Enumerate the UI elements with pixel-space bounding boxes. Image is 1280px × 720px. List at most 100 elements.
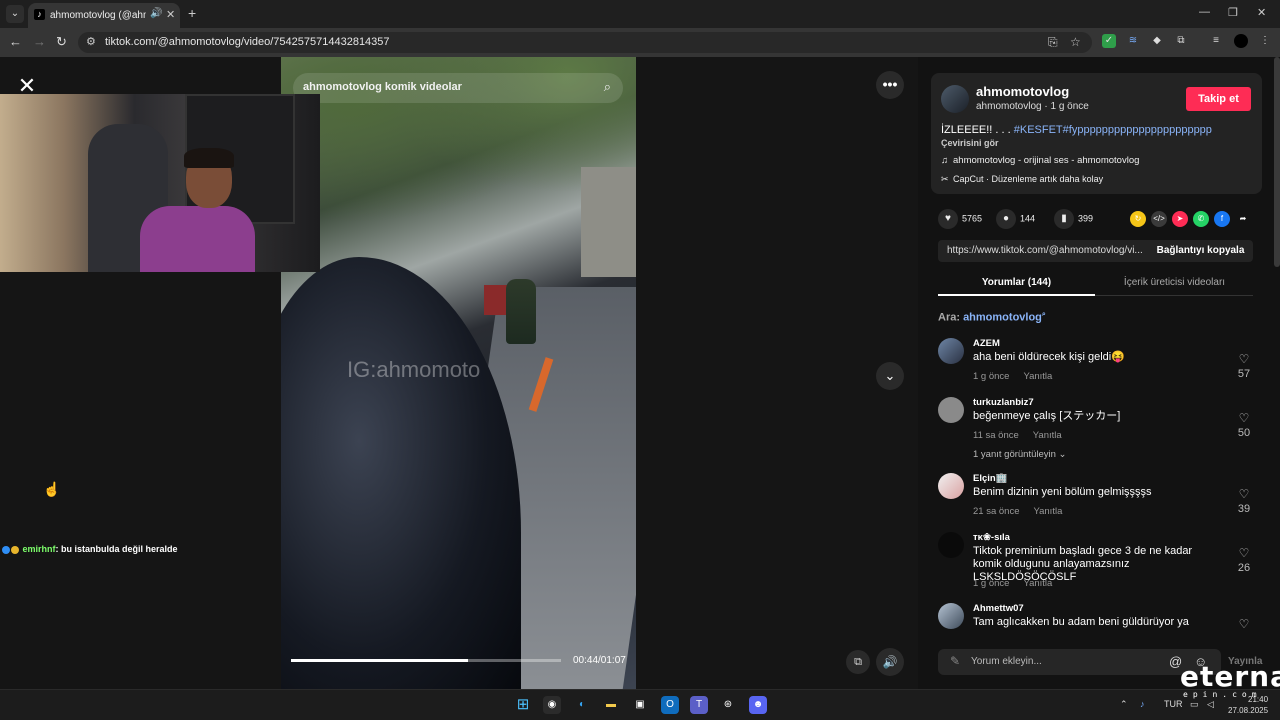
comment-like-icon[interactable]: ♡ bbox=[1231, 546, 1257, 560]
reply-link[interactable]: Yanıtla bbox=[1033, 430, 1062, 441]
comment-meta: 11 sa önce Yanıtla bbox=[973, 430, 1062, 441]
site-info-icon[interactable]: ⚙ bbox=[86, 35, 96, 48]
reply-link[interactable]: Yanıtla bbox=[1023, 578, 1052, 589]
minimize-button[interactable]: — bbox=[1199, 6, 1210, 18]
comment-username[interactable]: AZEM bbox=[973, 338, 1000, 349]
comment-username[interactable]: Ahmettw07 bbox=[973, 603, 1024, 614]
picture-in-picture-button[interactable]: ⧉ bbox=[846, 650, 870, 674]
bookmark-star-icon[interactable]: ☆ bbox=[1070, 35, 1081, 49]
comment-avatar[interactable] bbox=[938, 603, 964, 629]
store-taskbar-icon[interactable]: ▣ bbox=[631, 696, 649, 714]
comment-avatar[interactable] bbox=[938, 338, 964, 364]
search-icon[interactable]: ⌕ bbox=[604, 79, 611, 95]
comment-avatar[interactable] bbox=[938, 473, 964, 499]
extensions-puzzle-icon[interactable]: ⧉ bbox=[1174, 34, 1188, 48]
tab-search-button[interactable]: ⌄ bbox=[6, 5, 24, 23]
copy-link-button[interactable]: Bağlantıyı kopyala bbox=[1148, 240, 1253, 262]
outlook-taskbar-icon[interactable]: O bbox=[661, 696, 679, 714]
new-tab-button[interactable]: + bbox=[188, 5, 196, 21]
comment-like-icon[interactable]: ♡ bbox=[1231, 411, 1257, 425]
share-link-text[interactable]: https://www.tiktok.com/@ahmomotovlog/vi.… bbox=[947, 245, 1142, 256]
keyboard-language[interactable]: TUR bbox=[1164, 699, 1183, 709]
panel-scrollbar[interactable] bbox=[1274, 57, 1280, 267]
send-to-friend-icon[interactable]: ➤ bbox=[1172, 211, 1188, 227]
back-button[interactable]: ← bbox=[9, 34, 22, 49]
comment-avatar[interactable] bbox=[938, 532, 964, 558]
sticker-icon[interactable]: ✎ bbox=[950, 654, 960, 668]
browser-tab[interactable]: ♪ ahmomotovlog (@ahmomotovlog) 🔊 ✕ bbox=[28, 3, 180, 28]
address-bar[interactable]: ⚙ tiktok.com/@ahmomotovlog/video/7542575… bbox=[78, 32, 1092, 53]
see-translation-link[interactable]: Çevirisini gör bbox=[941, 138, 999, 148]
tab-creator-videos[interactable]: İçerik üreticisi videoları bbox=[1096, 277, 1253, 288]
comment-like-icon[interactable]: ♡ bbox=[1231, 352, 1257, 366]
video-scene-building bbox=[581, 167, 636, 277]
translate-extension-icon[interactable]: ≋ bbox=[1126, 34, 1140, 48]
author-avatar[interactable] bbox=[941, 85, 969, 113]
comment-text: aha beni öldürecek kişi geldi😝 bbox=[973, 351, 1125, 363]
install-app-icon[interactable]: ⎘ bbox=[1048, 35, 1058, 50]
follow-button[interactable]: Takip et bbox=[1186, 87, 1251, 111]
repost-icon[interactable]: ↻ bbox=[1130, 211, 1146, 227]
close-video-icon[interactable]: ✕ bbox=[14, 73, 40, 99]
comment-like-count: 50 bbox=[1237, 427, 1251, 439]
comment-input[interactable]: ✎ Yorum ekleyin... @ ☺ bbox=[938, 649, 1221, 675]
comment-action[interactable]: ● 144 bbox=[996, 209, 1035, 229]
reply-link[interactable]: Yanıtla bbox=[1033, 506, 1062, 517]
tab-audio-icon[interactable]: 🔊 bbox=[150, 8, 162, 19]
steam-taskbar-icon[interactable]: ⊛ bbox=[719, 696, 737, 714]
tab-close-icon[interactable]: ✕ bbox=[166, 8, 175, 21]
like-action[interactable]: ♥ 5765 bbox=[938, 209, 982, 229]
view-replies-link[interactable]: 1 yanıt görüntüleyin ⌄ bbox=[973, 449, 1067, 460]
adblock-extension-icon[interactable]: ✓ bbox=[1102, 34, 1116, 48]
save-action[interactable]: ▮ 399 bbox=[1054, 209, 1093, 229]
teams-taskbar-icon[interactable]: T bbox=[690, 696, 708, 714]
more-options-button[interactable]: ••• bbox=[876, 71, 904, 99]
comment-like-icon[interactable]: ♡ bbox=[1231, 617, 1257, 631]
reading-list-icon[interactable]: ≡ bbox=[1209, 34, 1223, 48]
network-icon[interactable]: ▭ bbox=[1190, 699, 1199, 710]
caption-hashtags[interactable]: #KESFET#fypppppppppppppppppppppp bbox=[1014, 124, 1212, 136]
search-hint-query: ahmomotovlog bbox=[963, 311, 1042, 324]
music-link[interactable]: ♫ ahmomotovlog - orijinal ses - ahmomotov… bbox=[941, 155, 1139, 166]
related-search-hint[interactable]: Ara: ahmomotovlog⌕ bbox=[938, 311, 1046, 324]
whatsapp-icon[interactable]: ✆ bbox=[1193, 211, 1209, 227]
comment-username[interactable]: ᴛᴋ❀-sıla bbox=[973, 532, 1010, 543]
comment-text: Tam aglıcakken bu adam beni güldürüyor y… bbox=[973, 616, 1189, 628]
video-player[interactable]: ahmomotovlog komik videolar ⌕ IG:ahmomot… bbox=[281, 57, 636, 689]
capcut-link[interactable]: ✂ CapCut · Düzenleme artık daha kolay bbox=[941, 174, 1103, 185]
tab-comments[interactable]: Yorumlar (144) bbox=[938, 277, 1095, 288]
comment-username[interactable]: Elçin🏢 bbox=[973, 473, 1008, 484]
speaker-icon[interactable]: ◁ bbox=[1207, 699, 1214, 710]
close-window-button[interactable]: ✕ bbox=[1257, 6, 1266, 19]
windows-start-icon[interactable]: ⊞ bbox=[514, 696, 532, 714]
video-search-query: ahmomotovlog komik videolar bbox=[303, 81, 462, 93]
file-explorer-icon[interactable]: ▬ bbox=[602, 696, 620, 714]
comment-avatar[interactable] bbox=[938, 397, 964, 423]
video-progress-bar[interactable] bbox=[291, 659, 561, 662]
chrome-taskbar-icon[interactable]: ◉ bbox=[543, 696, 561, 714]
streamer-webcam-overlay bbox=[0, 94, 320, 272]
share-arrow-icon[interactable]: ➦ bbox=[1235, 211, 1251, 227]
tray-overflow-icon[interactable]: ⌃ bbox=[1120, 699, 1128, 710]
comment-like-count: 39 bbox=[1237, 503, 1251, 515]
reload-button[interactable]: ↻ bbox=[56, 34, 67, 50]
restore-button[interactable]: ❐ bbox=[1228, 6, 1238, 19]
facebook-icon[interactable]: f bbox=[1214, 211, 1230, 227]
comment-placeholder: Yorum ekleyin... bbox=[971, 656, 1042, 667]
microphone-icon[interactable]: ♪ bbox=[1140, 699, 1145, 709]
video-search-bar[interactable]: ahmomotovlog komik videolar ⌕ bbox=[293, 73, 623, 103]
browser-menu-icon[interactable]: ⋮ bbox=[1258, 34, 1272, 48]
discord-taskbar-icon[interactable]: ☻ bbox=[749, 696, 767, 714]
comment-like-icon[interactable]: ♡ bbox=[1231, 487, 1257, 501]
reply-link[interactable]: Yanıtla bbox=[1023, 371, 1052, 382]
profile-avatar[interactable] bbox=[1234, 34, 1248, 48]
comment-username[interactable]: turkuzlanbiz7 bbox=[973, 397, 1034, 408]
extension-diamond-icon[interactable]: ◆ bbox=[1150, 34, 1164, 48]
comment-text: Benim dizinin yeni bölüm gelmişşşşs bbox=[973, 486, 1152, 498]
author-name[interactable]: ahmomotovlog bbox=[976, 84, 1069, 99]
volume-button[interactable]: 🔊 bbox=[876, 648, 904, 676]
edge-taskbar-icon[interactable]: ◐ bbox=[573, 696, 591, 714]
embed-code-icon[interactable]: </> bbox=[1151, 211, 1167, 227]
forward-button[interactable]: → bbox=[33, 34, 46, 49]
next-video-button[interactable]: ⌄ bbox=[876, 362, 904, 390]
